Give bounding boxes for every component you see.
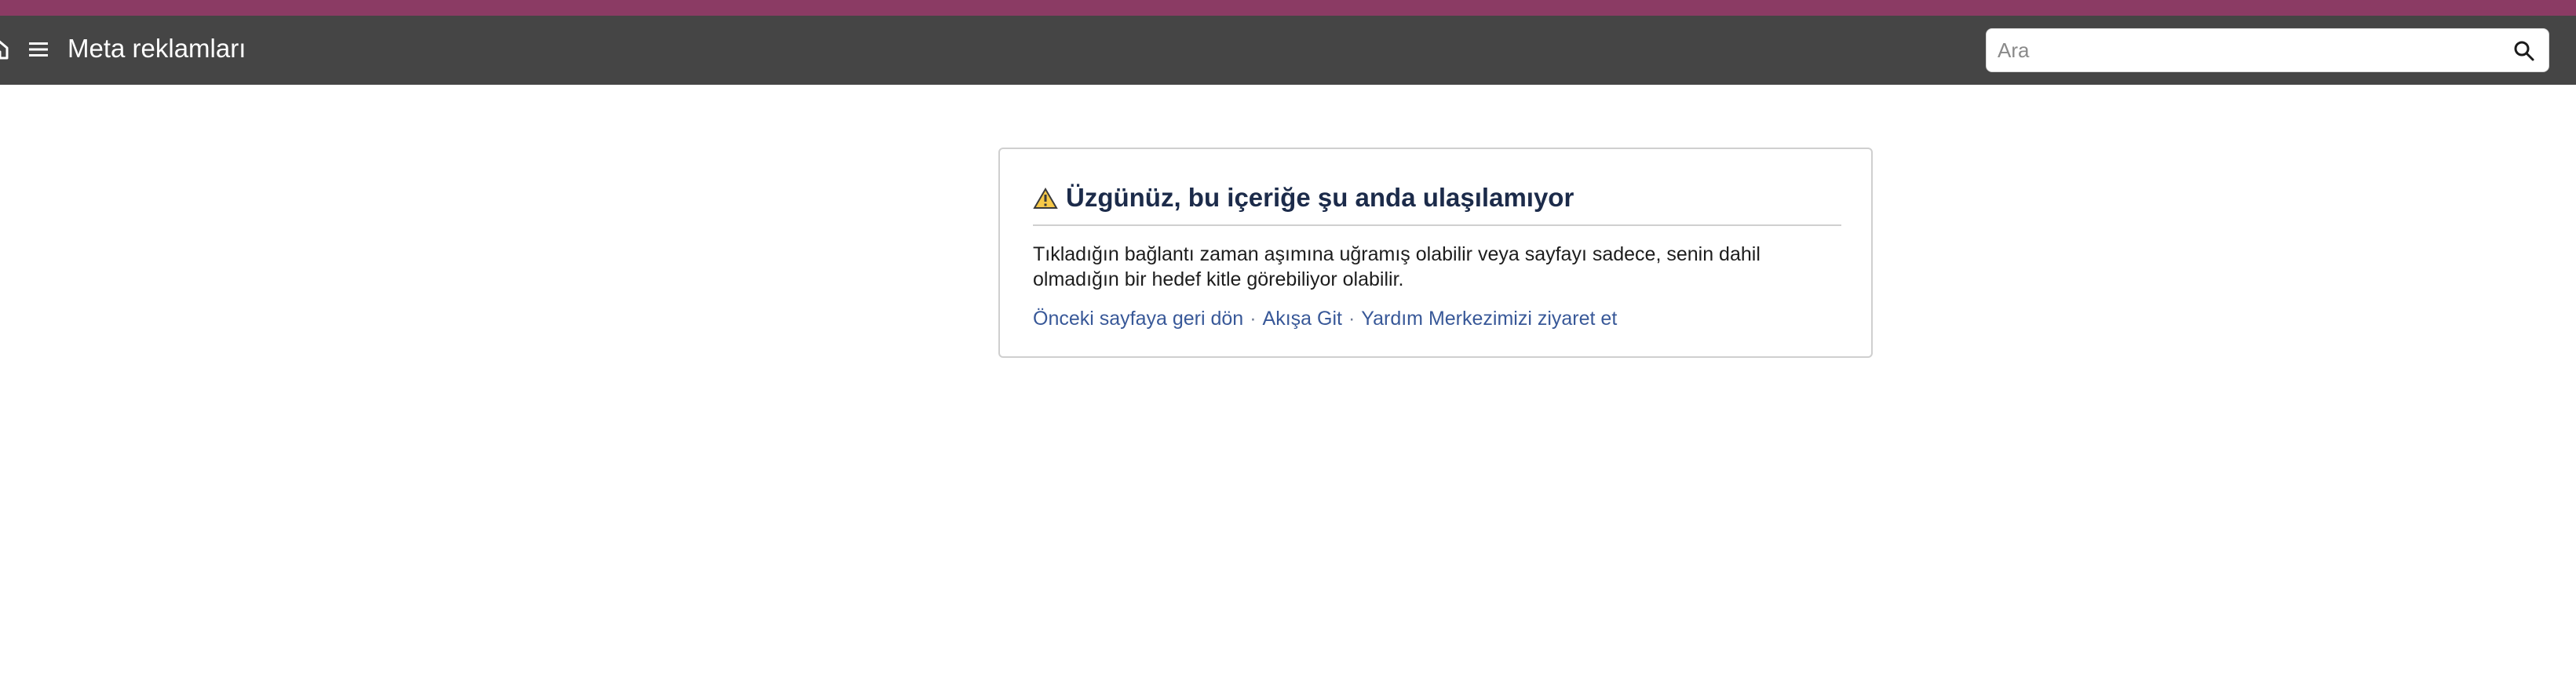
go-to-feed-link[interactable]: Akışa Git xyxy=(1263,308,1342,330)
top-navigation-bar: Meta reklamları xyxy=(0,16,2576,85)
previous-page-link[interactable]: Önceki sayfaya geri dön xyxy=(1033,308,1243,330)
link-separator: · xyxy=(1348,308,1356,330)
search-icon[interactable] xyxy=(2512,39,2536,63)
home-icon[interactable] xyxy=(0,38,9,60)
help-center-link[interactable]: Yardım Merkezimizi ziyaret et xyxy=(1361,308,1617,330)
panel-header: Üzgünüz, bu içeriğe şu anda ulaşılamıyor xyxy=(1033,180,1841,218)
panel-title: Üzgünüz, bu içeriğe şu anda ulaşılamıyor xyxy=(1066,183,1574,212)
page-title: Meta reklamları xyxy=(68,34,246,63)
top-accent-strip xyxy=(0,0,2576,16)
unavailable-content-panel: Üzgünüz, bu içeriğe şu anda ulaşılamıyor… xyxy=(998,148,1873,358)
link-separator: · xyxy=(1250,308,1257,330)
panel-links: Önceki sayfaya geri dön · Akışa Git · Yardım… xyxy=(1033,306,1617,331)
search-box[interactable] xyxy=(1986,28,2549,72)
search-input[interactable] xyxy=(1987,29,2497,71)
menu-icon[interactable] xyxy=(28,40,49,59)
warning-icon xyxy=(1033,188,1058,210)
panel-divider xyxy=(1033,224,1841,226)
panel-message: Tıkladığın bağlantı zaman aşımına uğramı… xyxy=(1033,243,1761,290)
